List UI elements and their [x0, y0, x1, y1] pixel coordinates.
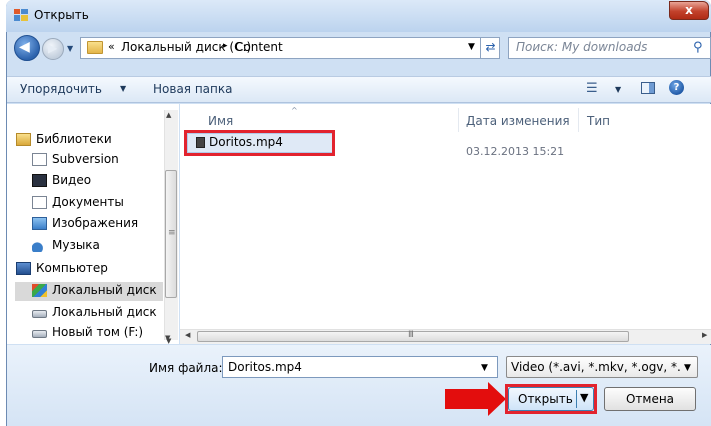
- drive-icon: [32, 310, 47, 318]
- column-name[interactable]: Имя: [208, 114, 233, 128]
- title-bar[interactable]: [6, 0, 711, 32]
- cancel-button[interactable]: Отмена: [604, 387, 696, 411]
- chevron-down-icon[interactable]: ▼: [165, 334, 170, 342]
- annotation-highlight-box: [505, 384, 597, 414]
- chevron-down-icon: ▼: [120, 84, 127, 93]
- sort-ascending-icon: ^: [291, 106, 298, 115]
- file-date-cell: 03.12.2013 15:21: [466, 145, 565, 158]
- sidebar-item-label[interactable]: Локальный диск: [52, 283, 160, 297]
- chevron-down-icon[interactable]: ▼: [615, 85, 621, 94]
- annotation-arrow-head: [488, 382, 506, 416]
- horizontal-scrollbar-thumb[interactable]: [197, 331, 629, 342]
- breadcrumb-separator-icon[interactable]: ▸: [223, 41, 228, 51]
- recent-locations-dropdown-icon[interactable]: ▼: [67, 44, 73, 53]
- app-icon: [14, 9, 28, 21]
- preview-pane-fill: [649, 83, 654, 93]
- column-date-modified[interactable]: Дата изменения: [466, 114, 570, 128]
- scroll-up-icon[interactable]: ▲: [166, 111, 171, 119]
- documents-icon: [32, 196, 47, 209]
- grip-icon: ≡: [168, 228, 176, 238]
- command-bar: [7, 76, 711, 103]
- help-icon[interactable]: ?: [669, 80, 684, 95]
- sidebar-item-label[interactable]: Видео: [52, 173, 160, 187]
- forward-arrow-icon: ▶: [48, 41, 58, 55]
- close-button[interactable]: x: [669, 1, 709, 20]
- grip-icon: III: [408, 330, 414, 340]
- annotation-arrow: [445, 389, 489, 409]
- column-type[interactable]: Тип: [587, 114, 610, 128]
- video-icon: [32, 174, 47, 187]
- chevron-down-icon[interactable]: ▼: [684, 363, 691, 373]
- breadcrumb-overflow[interactable]: «: [108, 40, 115, 53]
- sidebar-item-label[interactable]: Локальный диск: [52, 305, 160, 319]
- sidebar-item-label[interactable]: Библиотеки: [36, 132, 160, 146]
- column-divider[interactable]: [458, 108, 459, 132]
- organize-button[interactable]: Упорядочить: [20, 82, 102, 96]
- search-icon[interactable]: ⚲: [693, 40, 703, 55]
- sidebar-item-label[interactable]: Музыка: [52, 238, 160, 252]
- sidebar-item-label[interactable]: Компьютер: [36, 261, 160, 275]
- drive-icon: [32, 330, 47, 338]
- address-dropdown-icon[interactable]: ▼: [468, 42, 475, 52]
- file-type-value[interactable]: Video (*.avi, *.mkv, *.ogv, *.wm: [511, 360, 681, 374]
- column-divider[interactable]: [578, 108, 579, 132]
- scroll-right-icon[interactable]: ▶: [702, 331, 707, 339]
- sidebar-item-label[interactable]: Изображения: [52, 216, 160, 230]
- back-arrow-icon: ◀: [19, 39, 30, 55]
- computer-icon: [16, 262, 31, 275]
- music-icon: [32, 239, 47, 252]
- document-icon: [32, 153, 47, 166]
- file-name-value[interactable]: Doritos.mp4: [228, 360, 302, 374]
- libraries-icon: [16, 133, 31, 146]
- pictures-icon: [32, 217, 47, 230]
- window-title: Открыть: [34, 8, 89, 22]
- breadcrumb-content[interactable]: Content: [235, 40, 283, 54]
- annotation-highlight-box: [184, 130, 335, 156]
- scroll-left-icon[interactable]: ◀: [185, 331, 190, 339]
- sidebar-item-label[interactable]: Документы: [52, 195, 160, 209]
- new-folder-button[interactable]: Новая папка: [153, 82, 232, 96]
- local-disk-icon: [32, 284, 47, 297]
- sidebar-item-label[interactable]: Subversion: [52, 152, 160, 166]
- breadcrumb-local-disk[interactable]: Локальный диск (C:): [121, 40, 251, 54]
- chevron-down-icon[interactable]: ▼: [481, 363, 488, 373]
- search-placeholder: Поиск: My downloads: [516, 40, 648, 54]
- refresh-button[interactable]: ⇄: [480, 37, 500, 59]
- view-options-icon[interactable]: ☰: [586, 81, 598, 96]
- sidebar-item-label[interactable]: Новый том (F:): [52, 325, 160, 339]
- file-name-label: Имя файла:: [149, 361, 223, 375]
- folder-icon: [87, 41, 103, 54]
